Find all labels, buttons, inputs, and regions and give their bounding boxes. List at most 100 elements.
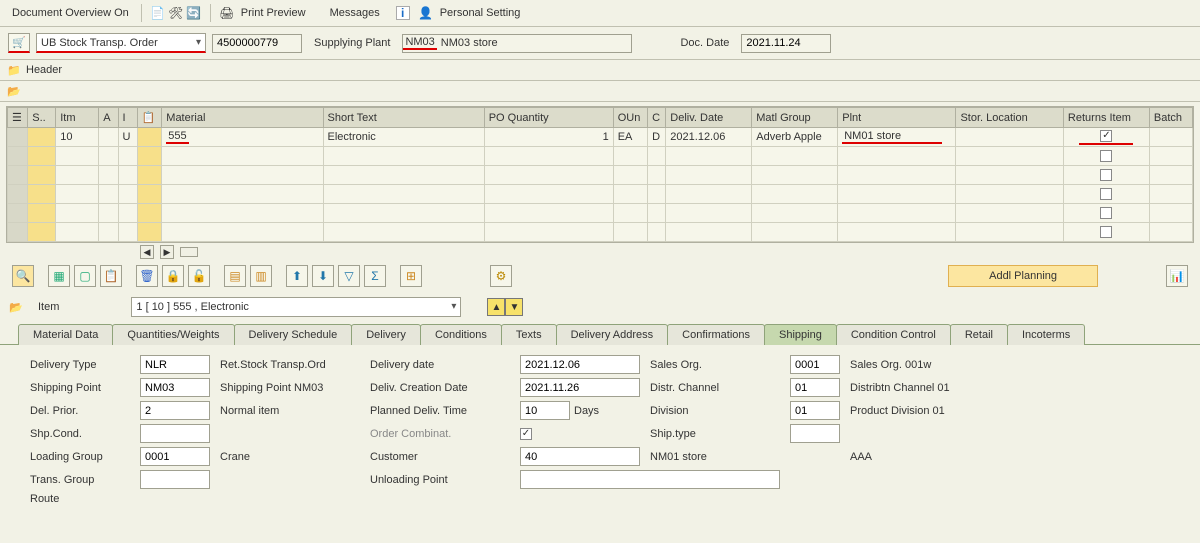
returns-item-checkbox[interactable] [1100,188,1112,200]
col-s[interactable]: S.. [28,108,56,128]
status-cell[interactable] [28,128,56,147]
i-cell[interactable] [118,166,137,185]
printer-icon[interactable]: 🖨 [219,5,235,21]
status-cell[interactable] [28,147,56,166]
table-row[interactable] [8,166,1193,185]
tab-delivery-address[interactable]: Delivery Address [556,324,669,345]
order-number-field[interactable] [212,34,302,53]
new-document-icon[interactable]: 📄 [150,5,166,21]
material-cell[interactable] [162,147,323,166]
tab-retail[interactable]: Retail [950,324,1008,345]
sum-icon[interactable]: Σ [364,265,386,287]
sort-asc-icon[interactable]: ⬆ [286,265,308,287]
row-select-handle[interactable] [8,204,28,223]
itm-cell[interactable] [56,204,99,223]
stor-loc-cell[interactable] [956,223,1063,242]
i-cell[interactable]: U [118,128,137,147]
deliv-creation-date-field[interactable] [520,378,640,397]
tab-conditions[interactable]: Conditions [420,324,502,345]
order-combinat-checkbox[interactable] [520,428,532,440]
col-row-selector[interactable]: ☰ [8,108,28,128]
row-select-handle[interactable] [8,185,28,204]
short-text-cell[interactable] [323,185,484,204]
shipping-point-field[interactable] [140,378,210,397]
po-qty-cell[interactable] [484,223,613,242]
a-cell[interactable] [99,147,118,166]
stor-loc-cell[interactable] [956,204,1063,223]
oun-cell[interactable] [613,147,647,166]
addl-planning-button[interactable]: Addl Planning [948,265,1098,287]
batch-cell[interactable] [1149,147,1192,166]
c-cell[interactable] [648,204,666,223]
itm-cell[interactable] [56,223,99,242]
oun-cell[interactable] [613,185,647,204]
col-returns-item[interactable]: Returns Item [1063,108,1149,128]
deliv-date-cell[interactable] [666,166,752,185]
folder-open-icon[interactable]: 📂 [6,83,22,99]
unloading-point-field[interactable] [520,470,780,489]
customer-field[interactable] [520,447,640,466]
copy-item-icon[interactable]: 📋 [100,265,122,287]
col-stor-loc[interactable]: Stor. Location [956,108,1063,128]
c-cell[interactable] [648,166,666,185]
short-text-cell[interactable]: Electronic [323,128,484,147]
c-cell[interactable] [648,223,666,242]
col-mat-btn[interactable]: 📋 [137,108,161,128]
i-cell[interactable] [118,147,137,166]
plnt-cell[interactable] [838,223,956,242]
a-cell[interactable] [99,185,118,204]
shp-cond-field[interactable] [140,424,210,443]
itm-cell[interactable] [56,185,99,204]
returns-item-checkbox[interactable] [1100,130,1112,142]
col-matl-group[interactable]: Matl Group [752,108,838,128]
col-short-text[interactable]: Short Text [323,108,484,128]
batch-cell[interactable] [1149,185,1192,204]
batch-cell[interactable] [1149,223,1192,242]
layout-icon[interactable]: ⊞ [400,265,422,287]
po-qty-cell[interactable] [484,204,613,223]
material-btn-cell[interactable] [137,128,161,147]
matl-group-cell[interactable]: Adverb Apple [752,128,838,147]
plnt-cell[interactable] [838,166,956,185]
batch-cell[interactable] [1149,166,1192,185]
po-qty-cell[interactable]: 1 [484,128,613,147]
distr-channel-field[interactable] [790,378,840,397]
material-cell[interactable] [162,223,323,242]
person-icon[interactable]: 👤 [418,5,434,21]
tab-incoterms[interactable]: Incoterms [1007,324,1085,345]
returns-item-checkbox[interactable] [1100,226,1112,238]
c-cell[interactable] [648,185,666,204]
oun-cell[interactable]: EA [613,128,647,147]
deliv-date-cell[interactable]: 2021.12.06 [666,128,752,147]
item-prev-button[interactable]: ▲ [487,298,505,316]
del-prior-field[interactable] [140,401,210,420]
material-btn-cell[interactable] [137,166,161,185]
i-cell[interactable] [118,204,137,223]
returns-item-cell[interactable] [1063,147,1149,166]
tab-texts[interactable]: Texts [501,324,557,345]
stor-loc-cell[interactable] [956,166,1063,185]
doc-date-field[interactable] [741,34,831,53]
returns-item-checkbox[interactable] [1100,207,1112,219]
loading-group-field[interactable] [140,447,210,466]
returns-item-cell[interactable] [1063,166,1149,185]
unlock-icon[interactable]: 🔓 [188,265,210,287]
lock-icon[interactable]: 🔒 [162,265,184,287]
po-qty-cell[interactable] [484,166,613,185]
material-cell[interactable] [162,185,323,204]
info-icon[interactable]: i [396,6,410,20]
oun-cell[interactable] [613,204,647,223]
messages-button[interactable]: Messages [326,5,384,21]
select-all-icon[interactable]: ▦ [48,265,70,287]
tab-shipping[interactable]: Shipping [764,324,837,345]
material-btn-cell[interactable] [137,147,161,166]
a-cell[interactable] [99,128,118,147]
chart-icon[interactable]: 📊 [1166,265,1188,287]
po-qty-cell[interactable] [484,147,613,166]
tab-delivery[interactable]: Delivery [351,324,421,345]
detail2-icon[interactable]: ▥ [250,265,272,287]
returns-item-cell[interactable] [1063,223,1149,242]
ship-type-field[interactable] [790,424,840,443]
table-row[interactable] [8,185,1193,204]
planned-deliv-time-field[interactable] [520,401,570,420]
